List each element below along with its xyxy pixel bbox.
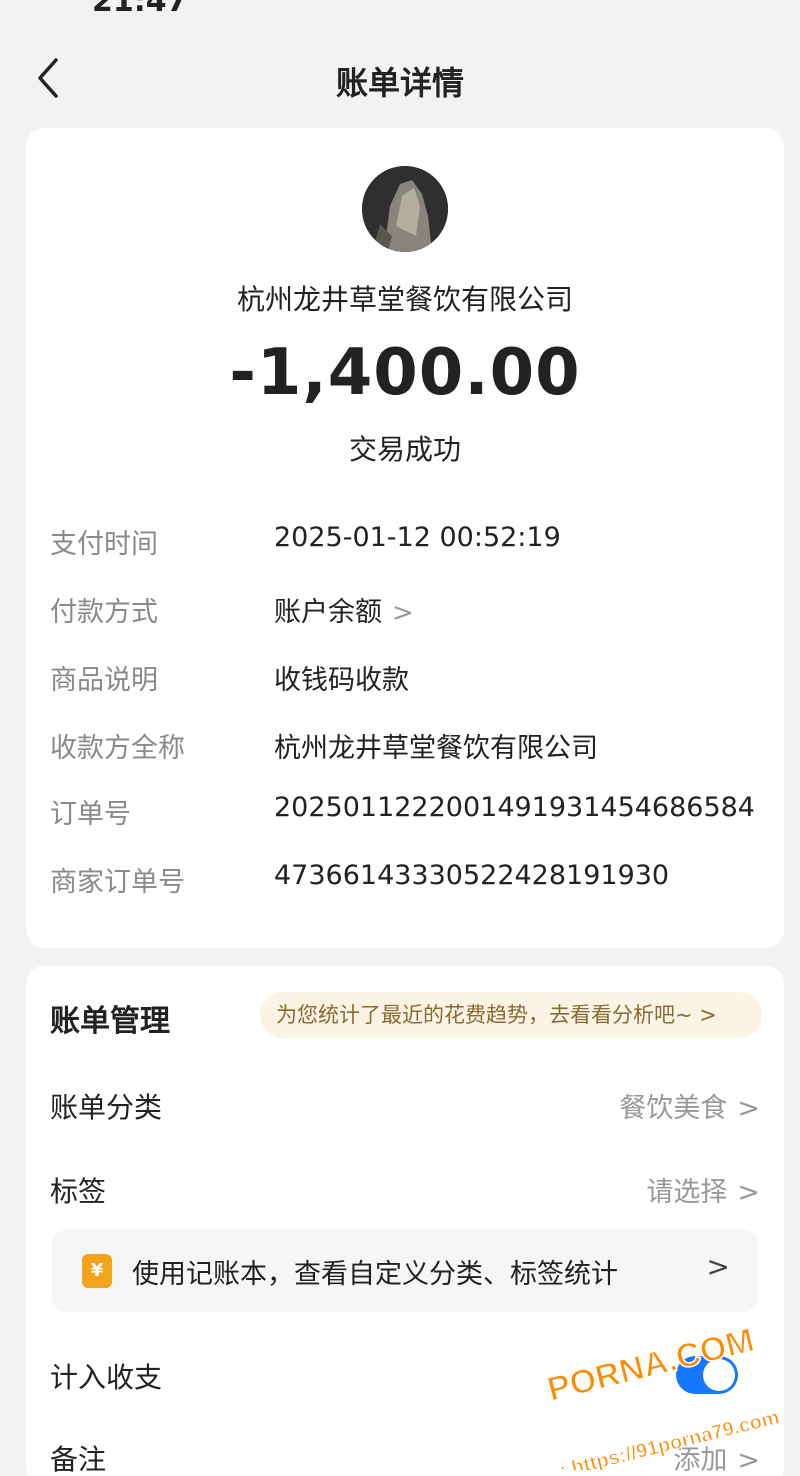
include-in-stats-row: 计入收支 — [50, 1356, 760, 1400]
account-book-text: 使用记账本，查看自定义分类、标签统计 — [132, 1259, 618, 1290]
detail-value: 杭州龙井草堂餐饮有限公司 — [274, 733, 598, 764]
status-time: 21:47 — [92, 0, 188, 19]
transaction-amount: -1,400.00 — [229, 336, 581, 410]
chevron-right-icon: > — [737, 1445, 760, 1476]
detail-row-order-no: 订单号 2025011222001491931454686584 — [50, 792, 760, 832]
page-title: 账单详情 — [335, 64, 464, 102]
chevron-right-icon: > — [737, 1093, 760, 1124]
account-book-icon: ¥ — [82, 1254, 112, 1288]
include-toggle[interactable] — [676, 1356, 738, 1394]
detail-row-pay-time: 支付时间 2025-01-12 00:52:19 — [50, 522, 760, 562]
detail-label: 订单号 — [50, 799, 131, 830]
status-bar: 21:47 — [0, 0, 800, 20]
note-value-wrap: 添加 > — [673, 1438, 760, 1476]
tag-label: 标签 — [50, 1175, 107, 1208]
nav-bar: 账单详情 — [0, 40, 800, 120]
tag-value-wrap: 请选择 > — [646, 1170, 760, 1209]
merchant-name: 杭州龙井草堂餐饮有限公司 — [236, 283, 573, 316]
chevron-right-icon: > — [392, 598, 414, 628]
detail-label: 支付时间 — [50, 529, 158, 560]
toggle-knob — [703, 1359, 735, 1391]
detail-value: 4736614333052242819193​0 — [274, 860, 670, 891]
note-label: 备注 — [50, 1443, 107, 1476]
category-value: 餐饮美食 — [619, 1093, 728, 1124]
category-value-wrap: 餐饮美食 > — [619, 1086, 760, 1125]
note-value: 添加 — [673, 1445, 728, 1476]
detail-label: 商家订单号 — [50, 867, 185, 898]
account-book-banner[interactable]: ¥ 使用记账本，查看自定义分类、标签统计 > — [52, 1230, 758, 1312]
chevron-right-icon: > — [737, 1177, 760, 1208]
detail-value-wrap: 账户余额 > — [274, 590, 414, 629]
category-row[interactable]: 账单分类 餐饮美食 > — [50, 1086, 760, 1130]
detail-row-merchant-order-no: 商家订单号 4736614333052242819193​0 — [50, 860, 760, 900]
detail-value: 账户余额 — [274, 597, 382, 628]
trend-analysis-link[interactable]: 为您统计了最近的花费趋势，去看看分析吧~ > — [260, 992, 762, 1038]
tag-row[interactable]: 标签 请选择 > — [50, 1170, 760, 1214]
detail-value: 2025-01-12 00:52:19 — [274, 522, 561, 553]
transaction-status: 交易成功 — [348, 433, 461, 466]
include-label: 计入收支 — [50, 1361, 163, 1394]
detail-row-payee: 收款方全称 杭州龙井草堂餐饮有限公司 — [50, 726, 760, 766]
section-title: 账单管理 — [50, 1004, 170, 1039]
detail-row-product: 商品说明 收钱码收款 — [50, 658, 760, 698]
avatar-image — [362, 166, 448, 252]
chevron-right-icon: > — [706, 1250, 730, 1283]
detail-label: 收款方全称 — [50, 733, 185, 764]
transaction-card: 杭州龙井草堂餐饮有限公司 -1,400.00 交易成功 支付时间 2025-01… — [26, 128, 784, 948]
note-row[interactable]: 备注 添加 > — [50, 1438, 760, 1476]
detail-value: 收钱码收款 — [274, 665, 409, 696]
bill-management-card: 账单管理 为您统计了最近的花费趋势，去看看分析吧~ > 账单分类 餐饮美食 > 标… — [26, 966, 784, 1476]
detail-label: 付款方式 — [50, 597, 158, 628]
detail-value: 2025011222001491931454686584 — [274, 792, 755, 823]
merchant-avatar — [362, 166, 448, 252]
category-label: 账单分类 — [50, 1091, 163, 1124]
tag-value: 请选择 — [646, 1177, 728, 1208]
detail-row-payment-method[interactable]: 付款方式 账户余额 > — [50, 590, 760, 630]
detail-label: 商品说明 — [50, 665, 158, 696]
